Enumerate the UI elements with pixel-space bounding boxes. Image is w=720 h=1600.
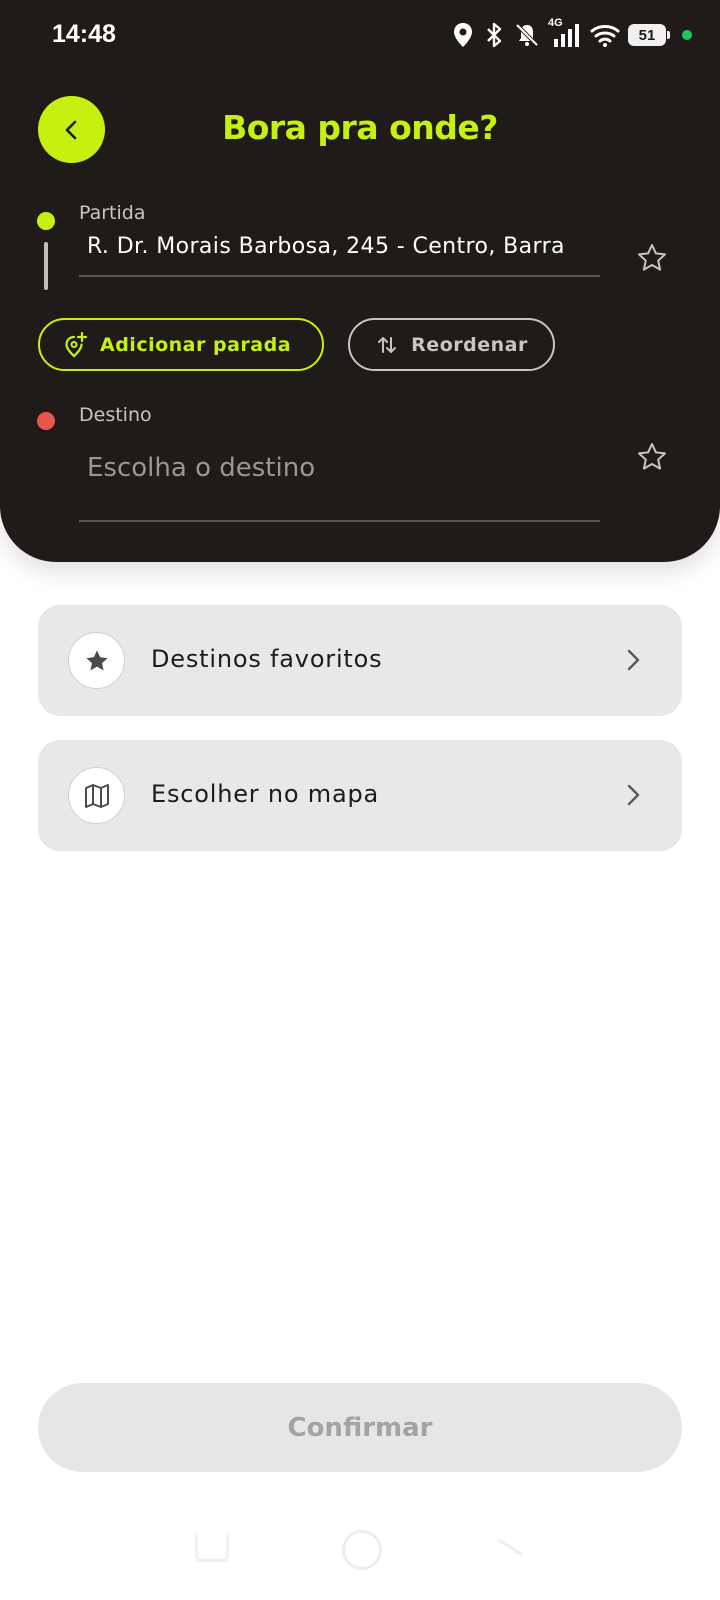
bluetooth-icon	[487, 22, 502, 48]
mute-icon	[515, 23, 539, 47]
route-connector	[44, 242, 48, 290]
map-icon	[84, 783, 109, 808]
page-title: Bora pra onde?	[222, 108, 498, 147]
privacy-indicator-dot	[682, 30, 692, 40]
system-navigation-bar	[0, 1530, 720, 1600]
reorder-button[interactable]: Reordenar	[348, 318, 555, 371]
home-nav-icon[interactable]	[342, 1530, 382, 1570]
battery-icon: 51	[628, 24, 670, 46]
origin-label: Partida	[79, 202, 146, 224]
choose-on-map-option[interactable]: Escolher no mapa	[38, 740, 682, 851]
origin-dot	[37, 212, 55, 230]
back-nav-icon[interactable]	[495, 1532, 525, 1562]
wifi-icon	[590, 25, 620, 47]
origin-input[interactable]: R. Dr. Morais Barbosa, 245 - Centro, Bar…	[87, 234, 602, 259]
option-icon-circle	[68, 632, 125, 689]
signal-icon: 4G	[548, 17, 582, 49]
option-icon-circle	[68, 767, 125, 824]
status-icons: 4G 51	[452, 17, 692, 50]
star-icon	[85, 649, 108, 670]
destination-favorite-star-icon[interactable]	[636, 441, 668, 473]
recent-apps-nav-icon[interactable]	[195, 1535, 229, 1562]
add-stop-label: Adicionar parada	[100, 333, 292, 356]
destination-input[interactable]: Escolha o destino	[87, 453, 315, 483]
option-label: Escolher no mapa	[151, 780, 380, 808]
confirm-button[interactable]: Confirmar	[38, 1383, 682, 1472]
destination-label: Destino	[79, 404, 152, 426]
destination-underline	[79, 520, 600, 522]
chevron-right-icon	[627, 784, 640, 806]
location-icon	[454, 23, 472, 47]
reorder-label: Reordenar	[411, 333, 528, 356]
destination-dot	[37, 412, 55, 430]
swap-vertical-icon	[378, 336, 397, 353]
favorite-destinations-option[interactable]: Destinos favoritos	[38, 605, 682, 716]
chevron-right-icon	[627, 649, 640, 671]
status-time: 14:48	[52, 20, 116, 48]
origin-underline	[79, 275, 600, 277]
add-location-icon	[65, 331, 88, 357]
option-label: Destinos favoritos	[151, 645, 383, 673]
add-stop-button[interactable]: Adicionar parada	[38, 318, 324, 371]
header-panel: 14:48 4G 51 Bora pra onde? Partida R. Dr…	[0, 0, 720, 562]
origin-favorite-star-icon[interactable]	[636, 242, 668, 274]
